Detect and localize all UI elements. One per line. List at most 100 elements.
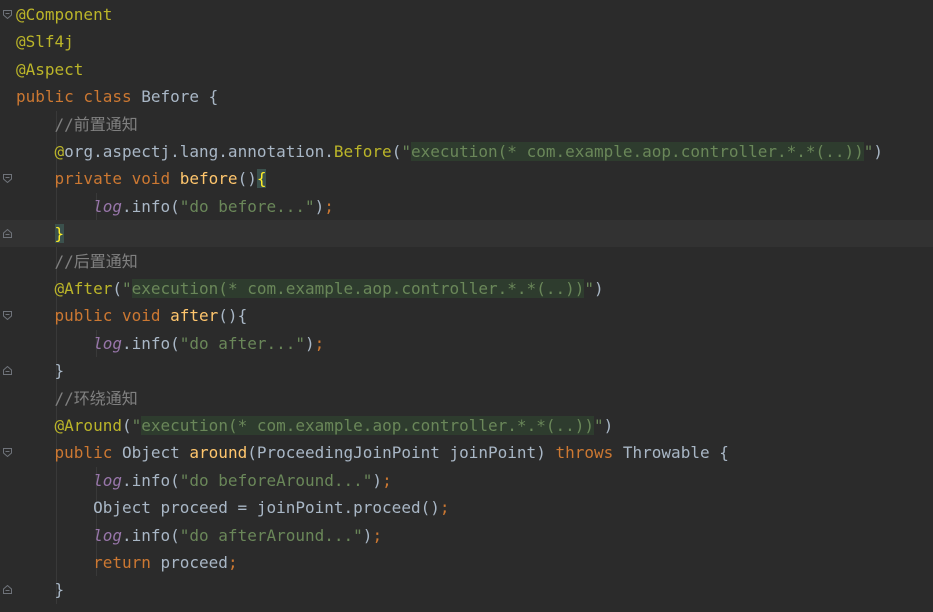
code-token-kw: ;: [372, 525, 383, 545]
fold-collapse-icon[interactable]: [3, 174, 12, 184]
code-token-plain: (: [121, 416, 132, 435]
code-token-field: log: [93, 525, 122, 545]
code-token-plain: (){: [218, 306, 248, 326]
code-token-plain: ): [594, 279, 604, 298]
code-token-ann: @Component: [16, 5, 113, 24]
code-line[interactable]: log.info("do before...");: [16, 193, 933, 220]
code-token-kw: public class: [16, 87, 142, 107]
code-token-field: log: [93, 333, 122, 353]
code-token-plain: ): [305, 333, 315, 353]
code-line[interactable]: }: [16, 220, 933, 248]
code-token-strbg: execution(* com.example.aop.controller.*…: [141, 416, 594, 435]
code-line[interactable]: @Slf4j: [16, 28, 933, 55]
code-line[interactable]: }: [16, 576, 933, 603]
code-token-plain: ): [873, 142, 883, 161]
code-token-str: "do afterAround...": [179, 525, 363, 545]
code-line[interactable]: }: [16, 357, 933, 384]
code-token-method: after: [170, 306, 219, 326]
code-token-plain: (: [112, 279, 122, 298]
fold-end-icon[interactable]: [3, 585, 12, 595]
code-token-plain: }: [16, 580, 65, 600]
code-token-strbg: execution(* com.example.aop.controller.*…: [131, 279, 585, 298]
code-token-match: }: [54, 224, 65, 244]
code-token-plain: .info(: [121, 196, 180, 216]
code-token-plain: ): [603, 416, 614, 435]
code-line[interactable]: @Component: [16, 1, 933, 28]
code-token-field: log: [93, 470, 122, 490]
code-line[interactable]: Object proceed = joinPoint.proceed();: [16, 494, 933, 521]
code-token-field: log: [93, 196, 122, 216]
code-line[interactable]: public Object around(ProceedingJoinPoint…: [16, 439, 933, 466]
code-token-plain: org.aspectj.lang.annotation.: [64, 142, 334, 161]
code-line[interactable]: log.info("do after...");: [16, 330, 933, 357]
code-token-plain: .info(: [121, 333, 180, 353]
code-token-ann: @Slf4j: [16, 32, 74, 52]
code-line[interactable]: //前置通知: [16, 111, 933, 138]
code-token-method: around: [189, 443, 248, 463]
fold-collapse-icon[interactable]: [3, 448, 12, 458]
fold-end-icon[interactable]: [3, 366, 12, 376]
code-token-comment: //后置通知: [54, 251, 138, 271]
code-token-ann: @Aspect: [16, 59, 84, 79]
code-token-kw: ;: [324, 196, 334, 216]
code-line[interactable]: @Around( "execution(* com.example.aop.con…: [16, 412, 933, 439]
code-token-str: "do beforeAround...": [179, 470, 373, 490]
code-token-ann: @Around: [54, 416, 122, 435]
code-token-plain: (: [391, 142, 402, 161]
fold-collapse-icon[interactable]: [3, 311, 12, 321]
code-token-str: "do before...": [179, 196, 315, 216]
code-line[interactable]: //环绕通知: [16, 385, 933, 412]
code-token-str: ": [863, 142, 874, 161]
code-editor[interactable]: @Component @Slf4j @Aspect public class Befo…: [0, 0, 933, 612]
code-token-plain: Throwable {: [622, 443, 729, 463]
code-area[interactable]: @Component @Slf4j @Aspect public class Befo…: [16, 0, 933, 612]
editor-gutter: [0, 0, 16, 612]
code-line[interactable]: @After("execution(* com.example.aop.cont…: [16, 275, 933, 302]
code-line[interactable]: log.info("do afterAround...");: [16, 522, 933, 549]
code-line[interactable]: log.info("do beforeAround...");: [16, 467, 933, 494]
fold-end-icon[interactable]: [3, 229, 12, 239]
code-line[interactable]: //后置通知: [16, 248, 933, 275]
code-line[interactable]: public class Before {: [16, 83, 933, 110]
code-line[interactable]: public void after(){: [16, 302, 933, 329]
code-token-strbg: execution(* com.example.aop.controller.*…: [410, 142, 864, 161]
code-token-match: {: [256, 169, 267, 189]
code-token-str: ": [594, 416, 604, 435]
code-token-plain: Object: [121, 443, 190, 463]
code-line[interactable]: @org.aspectj.lang.annotation.Before("exe…: [16, 138, 933, 165]
code-token-kw: ;: [227, 553, 238, 572]
code-token-plain: .info(: [121, 525, 180, 545]
code-token-plain: ): [362, 525, 373, 545]
code-line[interactable]: private void before(){: [16, 165, 933, 192]
code-token-plain: Before {: [141, 87, 219, 107]
code-token-plain: .info(: [121, 470, 180, 490]
code-token-str: "do after...": [179, 333, 305, 353]
code-line[interactable]: @Aspect: [16, 56, 933, 83]
code-token-kw: ;: [439, 498, 450, 518]
code-token-comment: //前置通知: [54, 114, 138, 134]
code-token-kw: ;: [314, 333, 325, 353]
code-token-kw: public void: [54, 306, 171, 326]
fold-collapse-icon[interactable]: [3, 10, 12, 19]
code-token-kw: public: [54, 443, 122, 463]
code-token-plain: proceed: [160, 553, 228, 572]
code-token-plain: ): [314, 196, 325, 216]
code-token-str: ": [584, 279, 594, 298]
code-token-kw: private void: [54, 169, 180, 189]
code-token-str: ": [401, 142, 411, 161]
code-token-plain: }: [16, 361, 65, 381]
code-line[interactable]: return proceed;: [16, 549, 933, 576]
code-token-comment: //环绕通知: [54, 388, 138, 408]
